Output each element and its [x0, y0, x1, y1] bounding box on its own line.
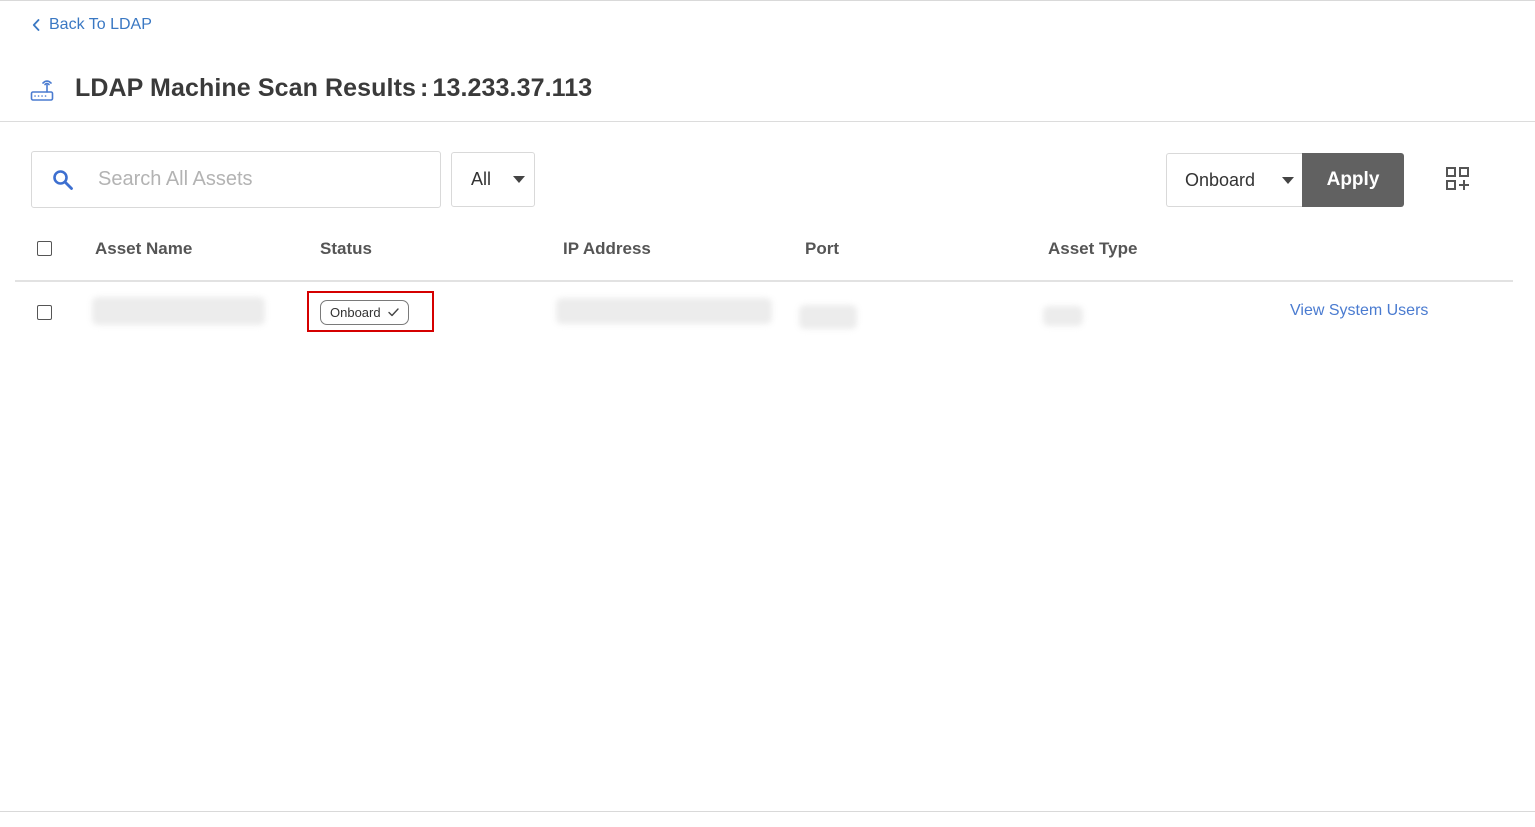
bulk-action-select[interactable]: Onboard [1166, 153, 1303, 207]
apply-button[interactable]: Apply [1302, 153, 1404, 207]
caret-down-icon [513, 176, 525, 183]
search-icon [52, 169, 74, 191]
page-title: LDAP Machine Scan Results:13.233.37.113 [75, 73, 593, 102]
bulk-action-value: Onboard [1185, 169, 1256, 190]
search-input[interactable] [98, 168, 418, 191]
network-device-icon [30, 74, 54, 102]
column-header-port[interactable]: Port [805, 237, 839, 261]
view-system-users-link[interactable]: View System Users [1290, 302, 1428, 320]
header-divider [0, 121, 1535, 122]
ip-address-redacted [556, 298, 772, 324]
select-all-checkbox[interactable] [37, 241, 52, 256]
status-badge-label: Onboard [330, 305, 381, 320]
filter-select-value: All [471, 169, 492, 189]
column-header-asset-name[interactable]: Asset Name [95, 237, 192, 261]
status-badge[interactable]: Onboard [320, 300, 409, 325]
page-header: LDAP Machine Scan Results:13.233.37.113 [30, 70, 592, 106]
row-checkbox[interactable] [37, 305, 52, 320]
top-divider [0, 0, 1535, 1]
port-redacted [799, 305, 857, 329]
search-box[interactable] [31, 151, 441, 208]
asset-name-redacted [92, 297, 265, 325]
back-to-ldap-link[interactable]: Back To LDAP [32, 14, 152, 36]
column-header-asset-type[interactable]: Asset Type [1048, 237, 1137, 261]
host-ip: 13.233.37.113 [432, 73, 593, 102]
grid-add-icon[interactable] [1445, 166, 1471, 192]
filter-select[interactable]: All [451, 152, 535, 207]
chevron-left-icon [32, 18, 41, 32]
table-header-divider [15, 280, 1513, 282]
asset-type-redacted [1043, 306, 1083, 326]
column-header-status[interactable]: Status [320, 237, 372, 261]
back-link-label: Back To LDAP [49, 16, 152, 33]
column-header-ip-address[interactable]: IP Address [563, 237, 651, 261]
check-icon [387, 305, 399, 320]
bottom-divider [0, 811, 1535, 812]
caret-down-icon [1282, 176, 1294, 184]
